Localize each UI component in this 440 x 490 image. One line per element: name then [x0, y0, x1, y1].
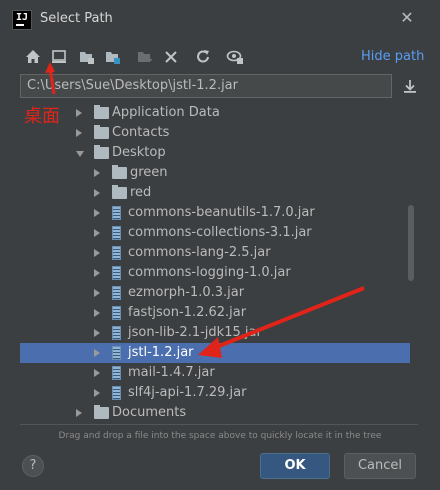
tree-item-jar[interactable]: slf4j-api-1.7.29.jar: [20, 383, 410, 403]
folder-icon: [112, 165, 127, 179]
tree-item-folder[interactable]: green: [20, 163, 410, 183]
file-tree[interactable]: Application Data Contacts Desktop green red c…: [20, 100, 418, 424]
jar-file-icon: [112, 246, 121, 260]
chevron-right-icon[interactable]: [94, 169, 100, 177]
folder-icon: [94, 145, 109, 159]
tree-item-jar[interactable]: commons-beanutils-1.7.0.jar: [20, 203, 410, 223]
chevron-right-icon[interactable]: [94, 229, 100, 237]
title-bar: IJ Select Path ✕: [0, 0, 440, 40]
new-folder-icon[interactable]: [136, 46, 154, 66]
intellij-app-icon: IJ: [12, 10, 32, 30]
tree-item-label: commons-logging-1.0.jar: [128, 265, 291, 280]
drag-drop-hint: Drag and drop a file into the space abov…: [58, 431, 382, 441]
tree-item-label: commons-collections-3.1.jar: [128, 225, 312, 240]
chevron-right-icon[interactable]: [94, 349, 100, 357]
tree-item-folder[interactable]: Application Data: [20, 103, 410, 123]
jar-file-icon: [112, 226, 121, 240]
jar-file-icon: [112, 386, 121, 400]
tree-item-jar[interactable]: commons-lang-2.5.jar: [20, 243, 410, 263]
tree-item-jar[interactable]: fastjson-1.2.62.jar: [20, 303, 410, 323]
folder-icon: [94, 125, 109, 139]
jar-file-icon: [112, 286, 121, 300]
jar-file-icon: [112, 266, 121, 280]
jar-file-icon: [112, 206, 121, 220]
jar-file-icon: [112, 326, 121, 340]
chevron-right-icon[interactable]: [94, 309, 100, 317]
tree-item-label: ezmorph-1.0.3.jar: [128, 285, 245, 300]
tree-item-folder[interactable]: red: [20, 183, 410, 203]
chevron-right-icon[interactable]: [94, 389, 100, 397]
jar-file-icon: [112, 306, 121, 320]
close-icon[interactable]: ✕: [398, 9, 416, 27]
cancel-button[interactable]: Cancel: [344, 453, 416, 479]
window-title: Select Path: [40, 11, 113, 26]
tree-item-label: mail-1.4.7.jar: [128, 365, 215, 380]
chevron-down-icon[interactable]: [76, 151, 84, 157]
tree-item-jar[interactable]: json-lib-2.1-jdk15.jar: [20, 323, 410, 343]
refresh-icon[interactable]: [194, 46, 212, 66]
chevron-right-icon[interactable]: [76, 129, 82, 137]
tree-item-jar[interactable]: commons-logging-1.0.jar: [20, 263, 410, 283]
tree-item-label: Desktop: [112, 145, 166, 160]
chevron-right-icon[interactable]: [94, 189, 100, 197]
tree-item-label: slf4j-api-1.7.29.jar: [128, 385, 247, 400]
download-icon[interactable]: [402, 76, 418, 96]
folder-icon: [112, 185, 127, 199]
tree-item-label: json-lib-2.1-jdk15.jar: [128, 325, 262, 340]
tree-item-folder[interactable]: Contacts: [20, 123, 410, 143]
tree-item-folder[interactable]: Documents: [20, 403, 410, 423]
tree-item-jar[interactable]: jstl-1.2.jar: [20, 343, 410, 363]
tree-item-label: commons-lang-2.5.jar: [128, 245, 271, 260]
help-button[interactable]: ?: [22, 455, 44, 477]
delete-icon[interactable]: [162, 46, 180, 66]
tree-item-jar[interactable]: commons-collections-3.1.jar: [20, 223, 410, 243]
tree-item-label: Application Data: [112, 105, 220, 120]
chevron-right-icon[interactable]: [94, 289, 100, 297]
hide-path-link[interactable]: Hide path: [361, 49, 424, 64]
chevron-right-icon[interactable]: [94, 329, 100, 337]
tree-item-label: green: [130, 165, 168, 180]
folder-icon: [94, 405, 109, 419]
desktop-annotation: 桌面: [24, 106, 60, 127]
tree-item-label: jstl-1.2.jar: [128, 345, 194, 360]
tree-item-label: Documents: [112, 405, 187, 420]
home-icon[interactable]: [24, 46, 42, 66]
chevron-right-icon[interactable]: [94, 209, 100, 217]
chevron-right-icon[interactable]: [94, 249, 100, 257]
jar-file-icon: [112, 366, 121, 380]
path-input[interactable]: C:\Users\Sue\Desktop\jstl-1.2.jar: [20, 74, 392, 98]
tree-item-label: commons-beanutils-1.7.0.jar: [128, 205, 315, 220]
folder-icon: [94, 105, 109, 119]
chevron-right-icon[interactable]: [94, 269, 100, 277]
tree-item-label: Contacts: [112, 125, 170, 140]
tree-item-label: red: [130, 185, 152, 200]
module-icon[interactable]: [104, 46, 122, 66]
show-hidden-icon[interactable]: [226, 46, 244, 66]
project-icon[interactable]: [78, 46, 96, 66]
chevron-right-icon[interactable]: [76, 409, 82, 417]
jar-file-icon: [112, 346, 121, 360]
chevron-right-icon[interactable]: [76, 109, 82, 117]
divider: [20, 424, 418, 425]
tree-item-folder[interactable]: Desktop: [20, 143, 410, 163]
desktop-icon[interactable]: [50, 46, 68, 66]
ok-button[interactable]: OK: [260, 453, 330, 479]
chevron-right-icon[interactable]: [94, 369, 100, 377]
tree-item-label: fastjson-1.2.62.jar: [128, 305, 247, 320]
tree-item-jar[interactable]: ezmorph-1.0.3.jar: [20, 283, 410, 303]
tree-item-jar[interactable]: mail-1.4.7.jar: [20, 363, 410, 383]
tree-scrollbar[interactable]: [408, 205, 414, 281]
